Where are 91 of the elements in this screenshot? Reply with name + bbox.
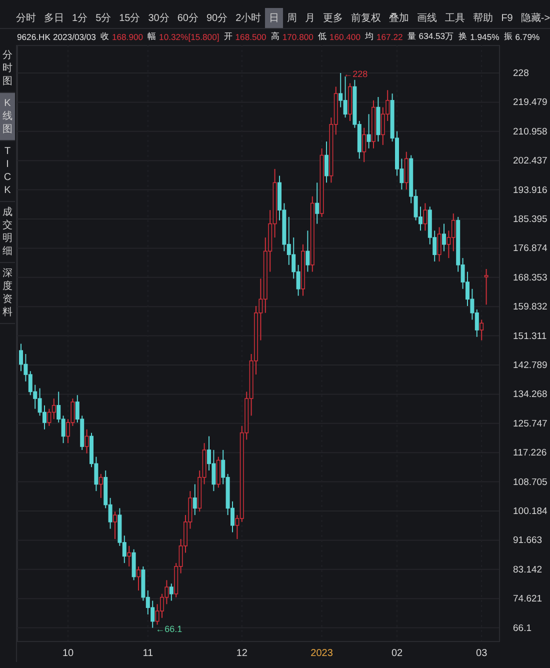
side-tab[interactable]: 成交明细 [0,202,15,264]
toolbar-button[interactable]: 画线 [413,8,442,28]
period-tab[interactable]: 90分 [202,8,232,28]
period-tab[interactable]: 周 [283,8,302,28]
field-value: 168.900 [112,32,144,42]
period-tab[interactable]: 1分 [68,8,92,28]
field-value: 167.22 [376,32,403,42]
period-tab[interactable]: 分时 [12,8,40,28]
price-marker: ←228 [344,69,368,80]
field-value: 168.500 [235,32,266,42]
side-tab[interactable]: TICK [0,141,15,202]
y-axis-label: 66.1 [513,622,532,634]
period-tab[interactable]: 日 [265,8,284,28]
candlestick [136,566,140,592]
y-axis-label: 210.958 [513,126,548,138]
candlestick [423,202,428,232]
y-axis-label: 125.747 [513,418,548,430]
candlestick [306,230,310,272]
period-tab[interactable]: 多日 [40,8,68,28]
field-label: 换 [458,31,468,44]
y-axis-label: 134.268 [513,389,548,400]
field-value: 10.32%[15.800] [159,32,220,42]
y-axis-label: 176.874 [513,243,548,254]
candlestick [192,484,197,516]
period-tab[interactable]: 2小时 [232,8,266,28]
candlestick [169,583,174,602]
x-axis-label: 10 [62,648,74,660]
toolbar-button[interactable]: 帮助 [469,8,498,28]
field-label: 低 [318,31,327,44]
field-label: 均 [365,31,374,44]
candlestick [442,223,446,252]
period-tab[interactable]: 更多 [319,8,348,28]
toolbar-button[interactable]: 工具 [441,8,470,28]
toolbar-button[interactable]: 叠加 [385,8,414,28]
y-axis-label: 185.395 [513,214,548,226]
period-tab[interactable]: 月 [301,8,320,28]
y-axis-label: 83.142 [513,564,542,576]
stock-symbol: 9626.HK [17,32,50,42]
y-axis-label: 108.705 [513,476,548,488]
side-tab[interactable]: K线图 [0,93,15,142]
period-tab[interactable]: 15分 [115,8,144,28]
candlestick [404,151,408,190]
candlestick [113,511,117,540]
field-value: 634.53万 [418,31,454,44]
candlestick [315,182,320,224]
toolbar-button[interactable]: 前复权 [347,8,386,28]
y-axis-label: 100.184 [513,506,548,518]
candlestick [437,226,442,262]
candlestick [84,429,89,454]
field-label: 收 [100,31,110,44]
field-value: 1.945% [470,32,500,42]
candlestick [127,546,132,568]
field-label: 幅 [148,31,157,44]
field-label: 开 [224,31,233,44]
y-axis-label: 219.479 [513,97,548,108]
toolbar-button[interactable]: F9 [497,8,517,28]
period-tab[interactable]: 30分 [144,8,174,28]
y-axis-label: 117.226 [513,448,547,459]
y-axis-label: 202.437 [513,156,548,167]
y-axis-label: 168.353 [513,272,548,284]
x-axis-label: 11 [142,648,154,660]
y-axis-label: 142.789 [513,360,548,372]
candlestick [98,474,103,499]
field-label: 振 [504,31,513,44]
price-marker: ←66.1 [156,624,182,634]
field-label: 高 [270,31,280,44]
candlestick [362,127,366,163]
candlestick [132,548,136,581]
y-axis-label: 159.832 [513,302,548,313]
candlestick [366,114,371,150]
candlestick [216,456,220,488]
candlestick [484,268,488,306]
field-label: 量 [407,31,416,44]
y-axis-label: 151.311 [513,330,547,342]
field-value: 6.79% [515,32,540,42]
toolbar-button[interactable]: 隐藏-> [516,8,550,28]
x-axis-label: 12 [236,648,248,660]
quote-date: 2023/03/03 [52,32,96,42]
y-axis-label: 228 [513,68,529,80]
side-tab[interactable]: 深度资料 [0,263,15,324]
y-axis-label: 91.663 [513,535,542,546]
x-axis-label: 03 [476,648,488,660]
y-axis-label: 193.916 [513,184,548,196]
y-axis-label: 74.621 [513,594,542,605]
field-value: 170.800 [282,32,314,42]
x-axis-label: 02 [391,648,403,660]
period-tab[interactable]: 5分 [92,8,116,28]
x-axis-label: 2023 [310,648,333,660]
candlestick [324,141,328,184]
field-value: 160.400 [329,32,360,42]
period-tab[interactable]: 60分 [173,8,202,28]
